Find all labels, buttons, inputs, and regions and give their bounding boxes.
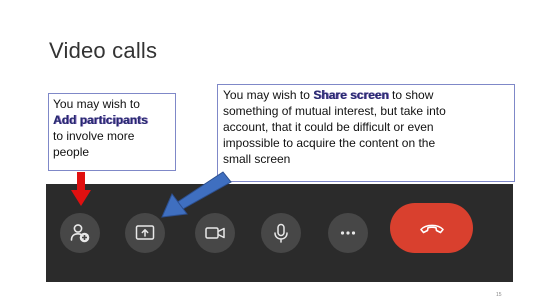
- slide: Video calls You may wish to Add particip…: [0, 0, 539, 307]
- page-number: 15: [496, 292, 502, 298]
- red-arrow: [71, 172, 91, 206]
- blue-arrow: [161, 171, 232, 218]
- annotation-arrows: [71, 171, 232, 218]
